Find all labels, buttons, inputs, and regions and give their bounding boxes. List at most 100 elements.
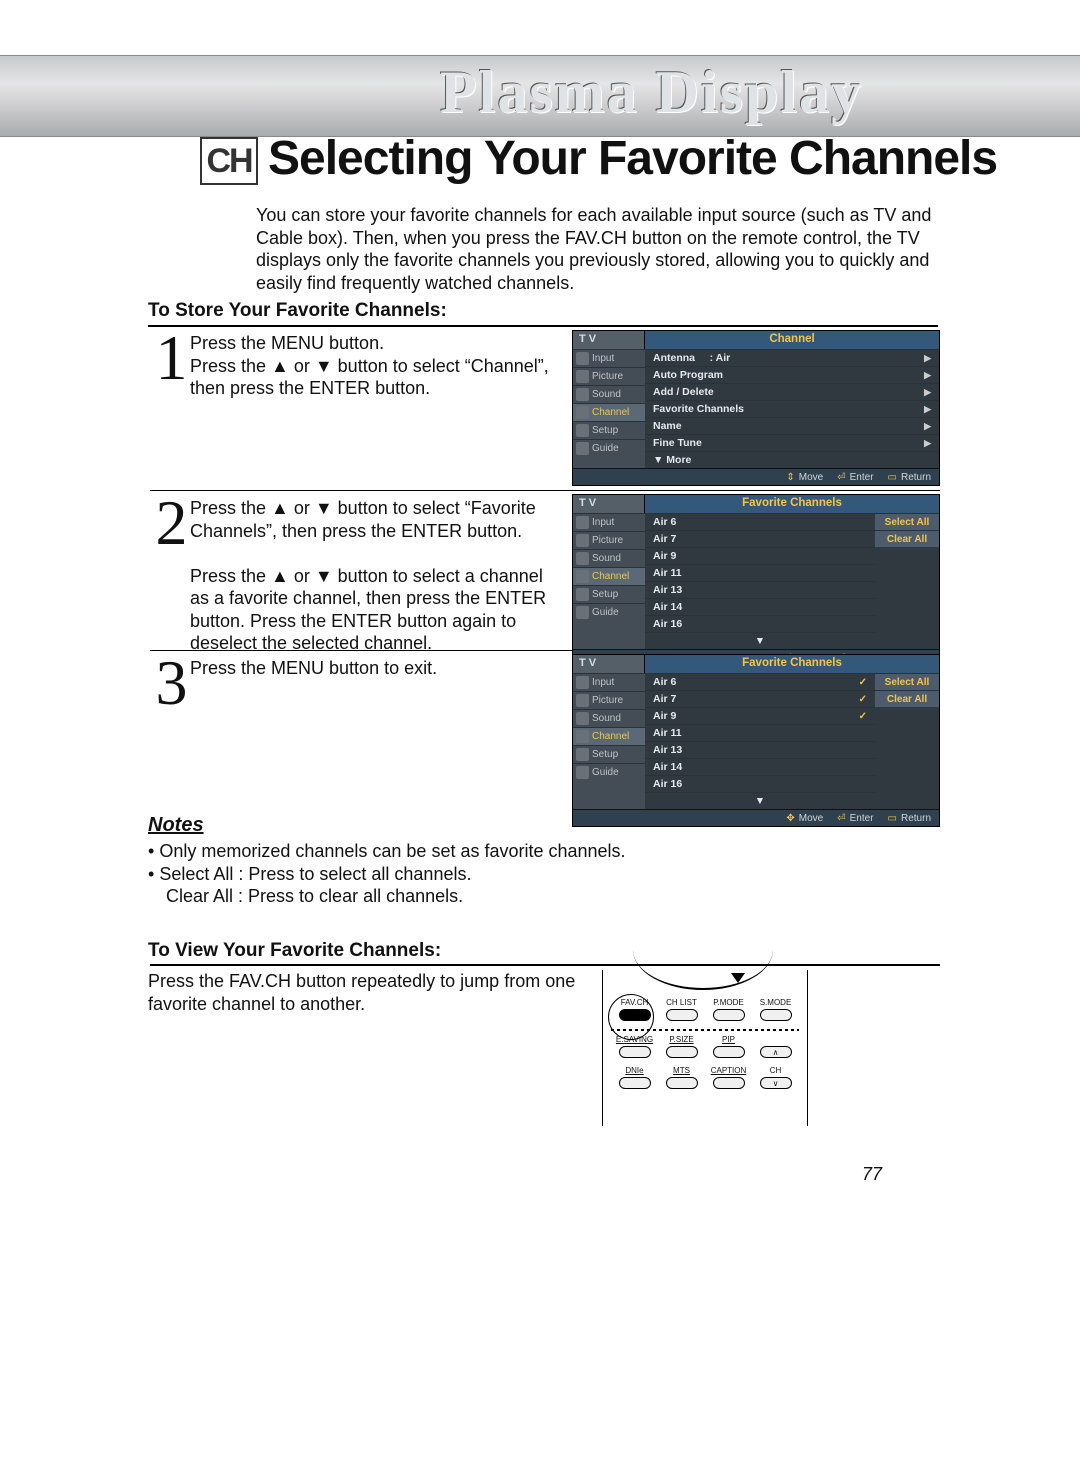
osd-clear-all-button[interactable]: Clear All [875,690,939,707]
step-number: 3 [150,657,188,708]
step-rule [150,490,940,491]
osd-channel-row[interactable]: Air 14 [645,758,875,775]
remote-label: CH LIST [660,998,704,1007]
osd-sidebar-item[interactable]: Setup [573,745,645,763]
osd-sidebar-item[interactable]: Input [573,513,645,531]
osd-sidebar-item[interactable]: Sound [573,709,645,727]
osd-sidebar-item[interactable]: Channel [573,727,645,745]
osd-channel-row[interactable]: Air 6✓ [645,673,875,690]
osd-sidebar-icon [576,694,589,707]
osd-sidebar-icon [576,552,589,565]
pip-button[interactable] [713,1046,745,1058]
esaving-button[interactable] [619,1046,651,1058]
osd-sidebar-icon [576,388,589,401]
osd-sidebar-item[interactable]: Sound [573,549,645,567]
remote-row-2: E.SAVING P.SIZE PIP ∧ [611,1035,799,1064]
osd-channel-row[interactable]: Air 6 [645,513,875,530]
osd-sidebar-item[interactable]: Channel [573,567,645,585]
remote-label: P.MODE [707,998,751,1007]
osd-sidebar-icon [576,516,589,529]
ch-up-button[interactable]: ∧ [760,1046,792,1058]
osd-sidebar-item[interactable]: Channel [573,403,645,421]
osd-menu-row[interactable]: Auto Program▶ [645,366,939,383]
osd-sidebar-item[interactable]: Sound [573,385,645,403]
dnie-button[interactable] [619,1077,651,1089]
remote-label: S.MODE [754,998,798,1007]
osd-tv-label: T V [573,655,645,673]
osd-channel-row[interactable]: Air 9✓ [645,707,875,724]
osd-clear-all-button[interactable]: Clear All [875,530,939,547]
osd-sidebar: InputPictureSoundChannelSetupGuide [573,513,645,649]
osd-channel-row[interactable]: Air 7✓ [645,690,875,707]
osd-sidebar-icon [576,766,589,779]
step-3: 3 Press the MENU button to exit. [150,657,560,708]
osd-menu-row[interactable]: Antenna : Air▶ [645,349,939,366]
down-arrow-icon [731,972,745,984]
osd-panel-favorite-unchecked: T VFavorite Channels InputPictureSoundCh… [572,494,940,667]
osd-menu-row[interactable]: ▼ More [645,451,939,468]
osd-channel-row[interactable]: Air 16 [645,775,875,792]
osd-sidebar-icon [576,370,589,383]
osd-menu-row[interactable]: Name▶ [645,417,939,434]
step-text: Press the MENU button to exit. [190,657,560,680]
osd-channel-row[interactable]: Air 7 [645,530,875,547]
osd-title: Favorite Channels [645,655,939,673]
osd-sidebar-item[interactable]: Setup [573,421,645,439]
osd-channel-row[interactable]: Air 13 [645,741,875,758]
page-number: 77 [862,1164,882,1185]
osd-sidebar-item[interactable]: Guide [573,763,645,781]
osd-channel-row[interactable]: Air 16 [645,615,875,632]
osd-channel-row[interactable]: Air 14 [645,598,875,615]
store-heading: To Store Your Favorite Channels: [148,300,447,322]
osd-select-all-button[interactable]: Select All [875,673,939,690]
osd-title: Channel [645,331,939,349]
psize-button[interactable] [666,1046,698,1058]
osd-sidebar-item[interactable]: Input [573,349,645,367]
osd-sidebar-icon [576,588,589,601]
osd-select-all-button[interactable]: Select All [875,513,939,530]
osd-sidebar: InputPictureSoundChannelSetupGuide [573,349,645,468]
mts-button[interactable] [666,1077,698,1089]
osd-sidebar-item[interactable]: Setup [573,585,645,603]
step-1: 1 Press the MENU button. Press the ▲ or … [150,332,560,400]
plasma-display-title: Plasma Display [440,58,863,127]
osd-list: Air 6✓Air 7✓Air 9✓Air 11Air 13Air 14Air … [645,673,875,809]
smode-button[interactable] [760,1009,792,1021]
remote-control: FAV.CH CH LIST P.MODE S.MODE E.SAVING P.… [602,970,808,1126]
osd-sidebar-item[interactable]: Picture [573,691,645,709]
osd-more-arrow: ▼ [645,632,875,649]
ch-down-button[interactable]: ∨ [760,1077,792,1089]
osd-panel-favorite-checked: T VFavorite Channels InputPictureSoundCh… [572,654,940,827]
osd-channel-row[interactable]: Air 11 [645,564,875,581]
osd-channel-row[interactable]: Air 13 [645,581,875,598]
osd-list: Antenna : Air▶Auto Program▶Add / Delete▶… [645,349,939,468]
pmode-button[interactable] [713,1009,745,1021]
osd-list: Air 6Air 7Air 9Air 11Air 13Air 14Air 16▼ [645,513,875,649]
osd-sidebar-item[interactable]: Input [573,673,645,691]
step-2: 2 Press the ▲ or ▼ button to select “Fav… [150,497,560,655]
page-title: Selecting Your Favorite Channels [268,131,997,186]
osd-sidebar-item[interactable]: Guide [573,439,645,457]
section-badge: CH [200,137,258,185]
osd-footer: ✥Move ⏎Enter ▭Return [573,809,939,826]
osd-menu-row[interactable]: Fine Tune▶ [645,434,939,451]
osd-sidebar-icon [576,712,589,725]
chlist-button[interactable] [666,1009,698,1021]
osd-panel-channel: T VChannel InputPictureSoundChannelSetup… [572,330,940,486]
osd-sidebar-item[interactable]: Picture [573,367,645,385]
step-text: Press the ▲ or ▼ button to select “Favor… [190,497,560,655]
osd-channel-row[interactable]: Air 11 [645,724,875,741]
osd-channel-row[interactable]: Air 9 [645,547,875,564]
osd-title: Favorite Channels [645,495,939,513]
osd-menu-row[interactable]: Add / Delete▶ [645,383,939,400]
osd-footer: ⇕Move ⏎Enter ▭Return [573,468,939,485]
osd-sidebar-icon [576,730,589,743]
osd-menu-row[interactable]: Favorite Channels▶ [645,400,939,417]
osd-sidebar-item[interactable]: Picture [573,531,645,549]
osd-tv-label: T V [573,495,645,513]
step-number: 1 [150,332,188,383]
notes-list: Only memorized channels can be set as fa… [148,840,888,908]
caption-button[interactable] [713,1077,745,1089]
heading-rule [148,325,938,327]
osd-sidebar-item[interactable]: Guide [573,603,645,621]
